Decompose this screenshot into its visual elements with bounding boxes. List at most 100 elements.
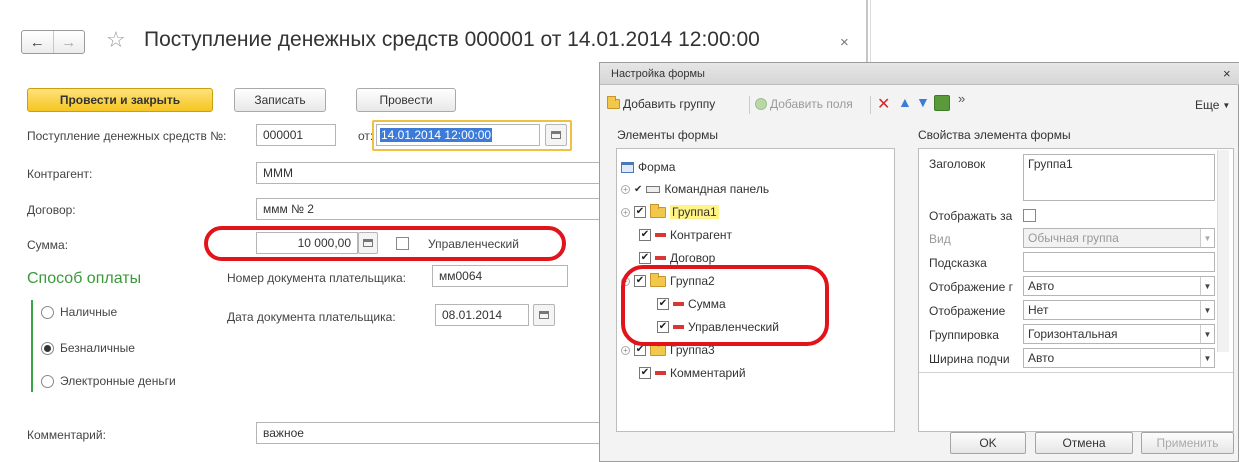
add-folder-icon: [607, 96, 620, 109]
more-menu-button[interactable]: Еще ▼: [1195, 98, 1230, 112]
prop-view-label: Вид: [929, 232, 951, 246]
tree-item-comment[interactable]: ✔ Комментарий: [639, 364, 746, 382]
page-title: Поступление денежных средств 000001 от 1…: [144, 28, 760, 51]
checkbox-checked[interactable]: ✔: [639, 229, 651, 241]
counterparty-label: Контрагент:: [27, 167, 93, 181]
more-label: Еще: [1195, 98, 1220, 112]
prop-sub-width-label: Ширина подчи: [929, 352, 1010, 366]
forward-arrow-icon[interactable]: →: [52, 31, 85, 53]
tree-item-label: Контрагент: [670, 228, 733, 242]
prop-view-value: Обычная группа: [1028, 231, 1119, 245]
move-down-icon[interactable]: ▼: [916, 94, 930, 110]
radio-noncash-label: Безналичные: [60, 341, 135, 355]
tree-item-group1[interactable]: + ✔ Группа1: [621, 203, 719, 221]
dialog-titlebar: Настройка формы ×: [600, 63, 1239, 85]
radio-dot: [41, 374, 54, 388]
properties-divider: [919, 372, 1233, 373]
radio-emoney-label: Электронные деньги: [60, 374, 176, 388]
radio-noncash[interactable]: Безналичные: [41, 341, 135, 355]
ok-button[interactable]: OK: [950, 432, 1026, 454]
highlight-oval-sum: [204, 226, 566, 261]
tree-item-form[interactable]: Форма: [621, 158, 675, 176]
tree-item-command-panel[interactable]: + ✔ Командная панель: [621, 180, 769, 198]
contract-label: Договор:: [27, 203, 76, 217]
tree-item-label: Договор: [670, 251, 716, 265]
prop-hint-field[interactable]: [1023, 252, 1215, 272]
add-fields-button[interactable]: Добавить поля: [755, 97, 853, 111]
favorite-star-icon[interactable]: ☆: [106, 27, 126, 53]
checkbox-checked[interactable]: ✔: [639, 252, 651, 264]
calendar-icon[interactable]: [545, 124, 567, 146]
prop-show-header-checkbox[interactable]: [1023, 209, 1036, 222]
cancel-button[interactable]: Отмена: [1035, 432, 1133, 454]
payment-group-bar: [31, 300, 33, 392]
radio-emoney[interactable]: Электронные деньги: [41, 374, 176, 388]
number-field[interactable]: 000001: [256, 124, 336, 146]
check-mark-icon: ✔: [634, 183, 643, 195]
delete-icon[interactable]: ✕: [877, 94, 890, 114]
post-and-close-button[interactable]: Провести и закрыть: [27, 88, 213, 112]
prop-display-field[interactable]: Нет ▼: [1023, 300, 1215, 320]
tree-item-label: Комментарий: [670, 366, 746, 380]
expand-icon[interactable]: +: [621, 345, 630, 355]
chevron-down-icon: ▼: [1200, 229, 1214, 247]
apply-settings-icon[interactable]: [934, 95, 950, 111]
prop-header-field[interactable]: Группа1: [1023, 154, 1215, 201]
chevron-down-icon: ▼: [1222, 100, 1231, 110]
number-label: Поступление денежных средств №:: [27, 129, 227, 143]
back-arrow-icon[interactable]: ←: [22, 31, 53, 53]
payer-doc-number-field[interactable]: мм0064: [432, 265, 568, 287]
prop-sub-width-field[interactable]: Авто ▼: [1023, 348, 1215, 368]
comment-field[interactable]: важное: [256, 422, 599, 444]
move-up-icon[interactable]: ▲: [898, 94, 912, 110]
chevron-down-icon[interactable]: ▼: [1200, 349, 1214, 367]
tree-item-label: Командная панель: [664, 182, 770, 196]
prop-grouping-label: Группировка: [929, 328, 999, 342]
tree-item-counterparty[interactable]: ✔ Контрагент: [639, 226, 732, 244]
post-button[interactable]: Провести: [356, 88, 456, 112]
chevron-down-icon[interactable]: ▼: [1200, 277, 1214, 295]
calendar-icon[interactable]: [533, 304, 555, 326]
prop-display-group-field[interactable]: Авто ▼: [1023, 276, 1215, 296]
toolbar-separator: [749, 96, 750, 114]
toolbar-separator: [870, 96, 871, 114]
dialog-close-icon[interactable]: ×: [1223, 66, 1231, 81]
payer-doc-date-field[interactable]: 08.01.2014: [435, 304, 529, 326]
add-group-label: Добавить группу: [623, 97, 716, 111]
nav-buttons: ← →: [21, 30, 85, 54]
prop-grouping-field[interactable]: Горизонтальная ▼: [1023, 324, 1215, 344]
checkbox-checked[interactable]: ✔: [634, 206, 646, 218]
date-value: 14.01.2014 12:00:00: [380, 128, 493, 142]
sum-label: Сумма:: [27, 238, 69, 252]
expand-icon[interactable]: +: [621, 207, 630, 217]
field-icon: [655, 256, 666, 260]
properties-header: Свойства элемента формы: [918, 128, 1071, 142]
checkbox-checked[interactable]: ✔: [639, 367, 651, 379]
payer-doc-number-label: Номер документа плательщика:: [227, 271, 407, 285]
tree-item-label: Форма: [638, 160, 676, 174]
prop-display-value: Нет: [1028, 303, 1049, 317]
properties-scrollbar[interactable]: [1217, 150, 1229, 352]
counterparty-field[interactable]: МММ: [256, 162, 599, 184]
prop-sub-width-value: Авто: [1028, 351, 1055, 365]
properties-panel: Заголовок Группа1 Отображать за Вид Обыч…: [918, 148, 1234, 432]
date-field[interactable]: 14.01.2014 12:00:00: [376, 124, 540, 146]
contract-field[interactable]: ммм № 2: [256, 198, 599, 220]
save-button[interactable]: Записать: [234, 88, 326, 112]
close-icon[interactable]: ×: [840, 34, 849, 51]
tree-item-label: Группа1: [670, 205, 719, 219]
chevron-down-icon[interactable]: ▼: [1200, 301, 1214, 319]
radio-cash[interactable]: Наличные: [41, 305, 117, 319]
payer-doc-date-label: Дата документа плательщика:: [227, 310, 396, 324]
add-fields-label: Добавить поля: [770, 97, 853, 111]
add-group-button[interactable]: Добавить группу: [607, 96, 716, 111]
payment-section-title: Способ оплаты: [27, 270, 142, 287]
prop-display-label: Отображение: [929, 304, 1006, 318]
expand-icon[interactable]: +: [621, 184, 630, 194]
highlight-oval-group2: [621, 265, 829, 346]
chevron-down-icon[interactable]: ▼: [1200, 325, 1214, 343]
apply-button[interactable]: Применить: [1141, 432, 1234, 454]
radio-cash-label: Наличные: [60, 305, 118, 319]
prop-hint-label: Подсказка: [929, 256, 987, 270]
more-arrows-icon[interactable]: »: [958, 91, 965, 106]
